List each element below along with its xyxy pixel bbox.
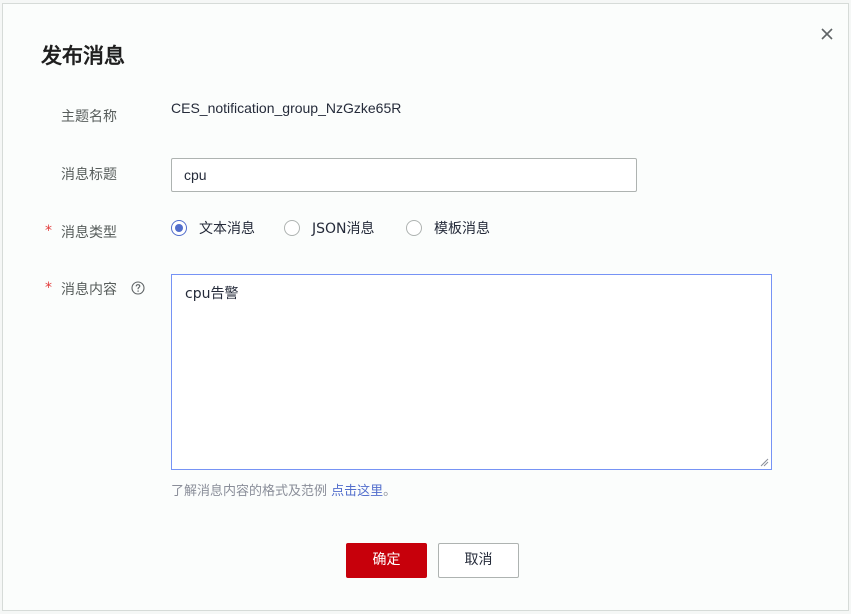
message-content-textarea[interactable]: cpu告警 (171, 274, 772, 470)
hint-suffix: 。 (383, 484, 397, 499)
message-title-label: 消息标题 (61, 167, 117, 183)
question-circle-icon[interactable] (131, 281, 145, 295)
topic-name-label: 主题名称 (61, 109, 117, 125)
message-content-label: 消息内容 (61, 282, 117, 298)
radio-unchecked-icon (406, 220, 422, 236)
required-mark: * (45, 223, 52, 239)
hint-text: 了解消息内容的格式及范例 (171, 484, 332, 499)
content-format-hint: 了解消息内容的格式及范例 点击这里。 (171, 480, 396, 499)
radio-template-message[interactable]: 模板消息 (406, 217, 490, 239)
radio-label: 文本消息 (199, 221, 255, 237)
radio-json-message[interactable]: JSON消息 (284, 217, 375, 239)
radio-label: JSON消息 (312, 221, 375, 237)
radio-checked-icon (171, 220, 187, 236)
cancel-button[interactable]: 取消 (438, 543, 519, 578)
radio-unchecked-icon (284, 220, 300, 236)
close-icon[interactable] (817, 24, 837, 44)
dialog-title: 发布消息 (41, 44, 125, 68)
radio-text-message[interactable]: 文本消息 (171, 217, 255, 239)
confirm-button[interactable]: 确定 (346, 543, 427, 578)
required-mark: * (45, 280, 52, 296)
resize-handle-icon[interactable] (759, 457, 769, 467)
topic-name-value: CES_notification_group_NzGzke65R (171, 100, 402, 116)
message-type-label: 消息类型 (61, 225, 117, 241)
publish-message-dialog: 发布消息 主题名称 CES_notification_group_NzGzke6… (2, 3, 849, 611)
message-title-input[interactable] (171, 158, 637, 192)
click-here-link[interactable]: 点击这里 (331, 484, 383, 499)
radio-label: 模板消息 (434, 221, 490, 237)
